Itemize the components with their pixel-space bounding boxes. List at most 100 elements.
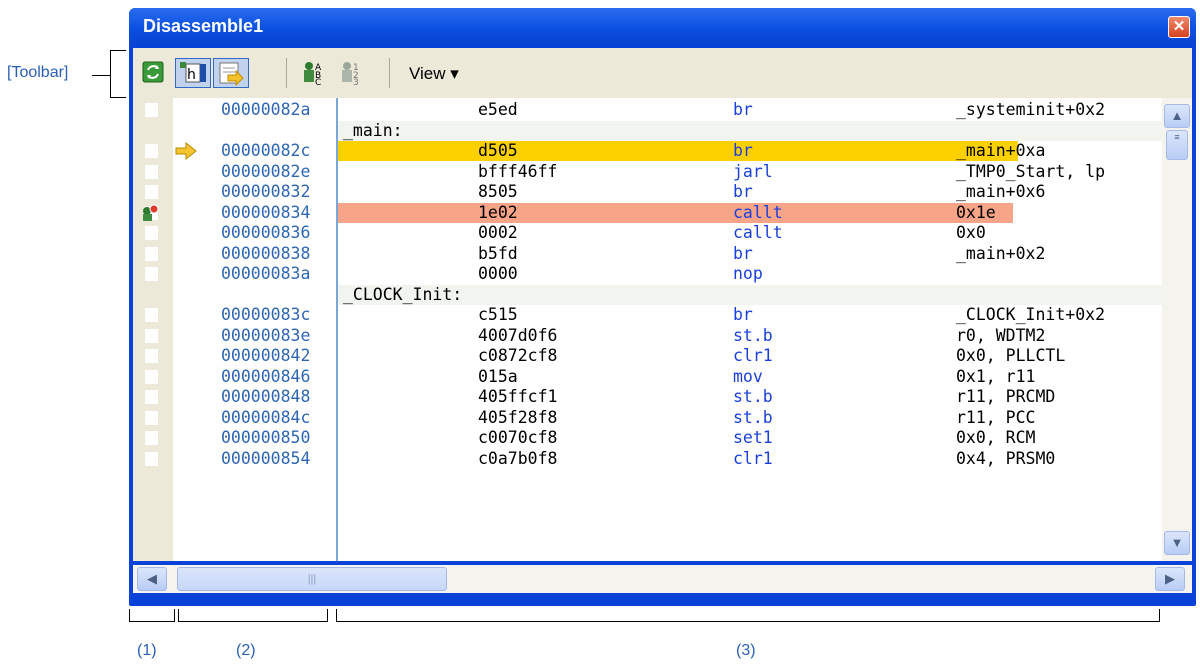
mnemonic-cell: br xyxy=(733,182,753,201)
area2-bracket xyxy=(178,609,328,622)
operand-cell: 0x4, PRSM0 xyxy=(956,448,1056,468)
code-cell: 4007d0f6 xyxy=(478,325,558,345)
address-cell: 000000848 xyxy=(221,387,311,406)
title-bar[interactable]: Disassemble1 ✕ xyxy=(129,8,1196,44)
disassembly-row[interactable]: 00000082e bfff46ff jarl _TMP0_Start, lp xyxy=(133,162,1162,182)
address-cell: 00000084c xyxy=(221,407,311,427)
disassembly-row[interactable]: 000000838 b5fd br _main+0x2 xyxy=(133,244,1162,264)
mnemonic-cell: nop xyxy=(733,264,763,283)
grip-icon: ≡ xyxy=(1174,132,1180,142)
scroll-up-button[interactable]: ▲ xyxy=(1164,104,1190,128)
disassembly-row[interactable]: 00000083a 0000 nop xyxy=(133,264,1162,284)
code-cell: e5ed xyxy=(478,100,518,119)
code-cell: c0a7b0f8 xyxy=(478,448,558,468)
code-cell: 0000 xyxy=(478,264,518,283)
mnemonic-cell: mov xyxy=(733,366,763,386)
address-cell: 000000838 xyxy=(221,243,311,263)
horizontal-scroll-thumb[interactable]: ||| xyxy=(177,567,447,591)
mnemonic-cell: br xyxy=(733,100,753,119)
disassembly-row[interactable]: 00000083c c515 br _CLOCK_Init+0x2 xyxy=(133,305,1162,325)
operand-cell: r11, PCC xyxy=(956,407,1036,427)
disassembly-row[interactable]: 00000083e 4007d0f6 st.b r0, WDTM2 xyxy=(133,326,1162,346)
symbol-label-row: _main: xyxy=(338,120,1162,141)
code-cell: c0070cf8 xyxy=(478,428,558,447)
scroll-right-button[interactable]: ▶ xyxy=(1155,567,1185,591)
disassembly-row[interactable]: 00000084c 405f28f8 st.b r11, PCC xyxy=(133,408,1162,428)
code-cell: b5fd xyxy=(478,243,518,263)
mixed-display-button[interactable]: h xyxy=(175,58,211,88)
address-cell: 00000082c xyxy=(221,141,311,160)
view-menu[interactable]: View ▾ xyxy=(409,64,459,84)
address-cell: 000000854 xyxy=(221,448,311,468)
toolbar-callout-line xyxy=(92,75,110,76)
operand-cell: _main+0x2 xyxy=(956,243,1046,263)
disassembly-row[interactable]: 00000082a e5ed br _systeminit+0x2 xyxy=(133,100,1162,120)
address-cell: 00000083e xyxy=(221,325,311,345)
disassembly-row[interactable]: 000000836 0002 callt 0x0 xyxy=(133,223,1162,243)
mnemonic-cell: callt xyxy=(733,223,783,242)
code-cell: 405f28f8 xyxy=(478,407,558,427)
view-menu-label: View xyxy=(409,64,446,83)
operand-cell: 0x0, PLLCTL xyxy=(956,346,1066,365)
window-title: Disassemble1 xyxy=(143,16,264,36)
close-button[interactable]: ✕ xyxy=(1168,16,1190,38)
go-to-pc-button[interactable] xyxy=(213,58,249,88)
symbol-label: _CLOCK_Init: xyxy=(343,284,463,304)
area1-label: (1) xyxy=(137,642,157,659)
operand-cell: _systeminit+0x2 xyxy=(956,100,1106,119)
symbol-label-row: _CLOCK_Init: xyxy=(338,284,1162,305)
number-display-button[interactable]: 1 2 3 xyxy=(337,58,369,88)
chevron-left-icon: ◀ xyxy=(147,571,157,586)
svg-text:3: 3 xyxy=(353,78,359,86)
toolbar-callout-bracket xyxy=(110,50,126,98)
mnemonic-cell: br xyxy=(733,305,753,324)
disassembly-row[interactable]: 000000832 8505 br _main+0x6 xyxy=(133,182,1162,202)
address-cell: 00000083a xyxy=(221,264,311,283)
disassembly-row[interactable]: 000000848 405ffcf1 st.b r11, PRCMD xyxy=(133,387,1162,407)
vertical-scroll-thumb[interactable]: ≡ xyxy=(1166,130,1188,160)
vertical-scrollbar[interactable]: ▲ ≡ ▼ xyxy=(1162,98,1192,561)
disassembly-row[interactable]: 000000854 c0a7b0f8 clr1 0x4, PRSM0 xyxy=(133,449,1162,469)
address-cell: 00000082a xyxy=(221,100,311,119)
operand-cell: 0x0 xyxy=(956,223,986,242)
address-cell: 000000846 xyxy=(221,366,311,386)
area3-bracket xyxy=(336,609,1160,622)
horizontal-scrollbar[interactable]: ◀ ||| ▶ xyxy=(133,565,1192,593)
code-cell: 1e02 xyxy=(478,202,518,222)
mixed-display-icon: h xyxy=(180,62,206,83)
mnemonic-cell: callt xyxy=(733,202,783,222)
mnemonic-cell: clr1 xyxy=(733,346,773,365)
address-cell: 000000842 xyxy=(221,346,311,365)
operand-cell: _CLOCK_Init+0x2 xyxy=(956,305,1106,324)
mnemonic-cell: st.b xyxy=(733,325,773,345)
disassembly-row[interactable]: 000000850 c0070cf8 set1 0x0, RCM xyxy=(133,428,1162,448)
disassembly-row[interactable]: 000000834 1e02 callt 0x1e xyxy=(133,203,1162,223)
operand-cell: _main+0xa xyxy=(956,141,1046,160)
code-cell: d505 xyxy=(478,141,518,160)
disassembly-row[interactable]: 000000846 015a mov 0x1, r11 xyxy=(133,367,1162,387)
code-cell: c0872cf8 xyxy=(478,346,558,365)
grip-icon: ||| xyxy=(307,573,317,585)
chevron-down-icon: ▾ xyxy=(450,64,459,83)
svg-text:h: h xyxy=(187,67,196,83)
scroll-down-button[interactable]: ▼ xyxy=(1164,531,1190,555)
mnemonic-cell: br xyxy=(733,141,753,160)
refresh-button[interactable] xyxy=(139,58,169,88)
symbol-label: _main: xyxy=(343,120,403,140)
address-cell: 00000083c xyxy=(221,305,311,324)
svg-text:C: C xyxy=(315,78,321,86)
disassembly-row[interactable]: 000000842 c0872cf8 clr1 0x0, PLLCTL xyxy=(133,346,1162,366)
scroll-left-button[interactable]: ◀ xyxy=(137,567,167,591)
mnemonic-cell: br xyxy=(733,243,753,263)
toolbar-separator xyxy=(286,58,287,88)
chevron-right-icon: ▶ xyxy=(1165,571,1175,586)
code-cell: bfff46ff xyxy=(478,161,558,181)
disassembly-row[interactable]: 00000082c d505 br _main+0xa xyxy=(133,141,1162,161)
mnemonic-cell: st.b xyxy=(733,387,773,406)
operand-cell: _main+0x6 xyxy=(956,182,1046,201)
disassembly-area: 00000082a e5ed br _systeminit+0x2 _main: 0000… xyxy=(133,98,1192,561)
area1-bracket xyxy=(129,609,175,622)
symbol-display-button[interactable]: A B C xyxy=(299,58,331,88)
operand-cell: _TMP0_Start, lp xyxy=(956,161,1106,181)
operand-cell: 0x1, r11 xyxy=(956,366,1036,386)
